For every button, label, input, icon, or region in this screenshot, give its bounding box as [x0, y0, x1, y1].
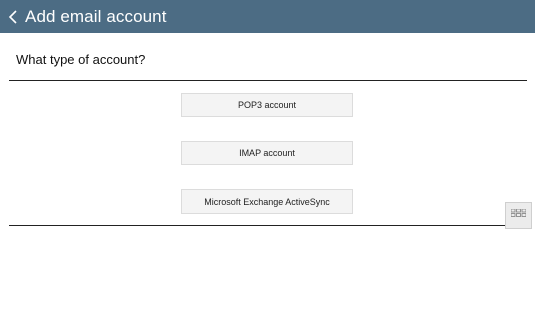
exchange-activesync-button[interactable]: Microsoft Exchange ActiveSync — [181, 189, 353, 214]
divider — [9, 80, 527, 81]
page-title: Add email account — [25, 6, 167, 26]
account-type-question: What type of account? — [16, 52, 146, 67]
divider — [9, 225, 527, 226]
imap-account-button[interactable]: IMAP account — [181, 141, 353, 165]
floating-keyboard-button[interactable] — [505, 202, 532, 229]
pop3-account-button[interactable]: POP3 account — [181, 93, 353, 117]
action-bar: Add email account — [0, 0, 535, 33]
chevron-left-icon[interactable] — [2, 0, 24, 33]
grid-icon — [510, 207, 527, 225]
